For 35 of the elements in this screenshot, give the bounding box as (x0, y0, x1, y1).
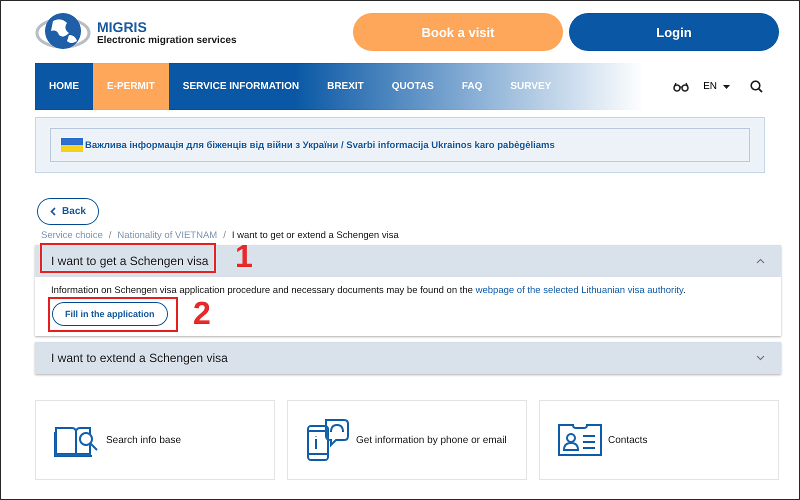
search-icon[interactable] (750, 80, 763, 93)
logo-subtitle: Electronic migration services (97, 34, 237, 46)
info-paragraph: Information on Schengen visa application procedure and necessary documents may be found on the webpage of the selected Lithuanian visa authority. (51, 285, 687, 296)
authority-link[interactable]: webpage of the selected Lithuanian visa authority (476, 285, 683, 296)
caret-icon (723, 84, 730, 88)
accordion-title: I want to get a Schengen visa (51, 254, 208, 268)
chevron-up-icon (756, 258, 765, 264)
card-label: Search info base (106, 434, 182, 446)
logo-title: MIGRIS (97, 18, 148, 34)
breadcrumb-current: I want to get or extend a Schengen visa (232, 230, 399, 241)
nav-tab[interactable]: BREXIT (313, 63, 378, 110)
notice-link[interactable]: Важлива інформація для біженців від війни з України / Svarbi informacija Ukrainos karo pabėgėliams (85, 140, 555, 150)
breadcrumb-separator: / (108, 230, 112, 241)
contact-card-icon (558, 424, 602, 456)
nav-tab[interactable]: SERVICE INFORMATION (168, 63, 314, 110)
back-button[interactable]: Back (37, 198, 99, 225)
language-selector[interactable]: EN (695, 81, 717, 92)
chevron-left-icon (50, 207, 56, 216)
service-card[interactable]: Get information by phone or email (287, 400, 527, 480)
card-label: Contacts (608, 434, 648, 446)
phone-headset-icon (306, 418, 350, 462)
card-label: Get information by phone or email (356, 434, 507, 446)
glasses-icon[interactable] (673, 82, 690, 92)
service-card[interactable]: Contacts (539, 400, 779, 480)
ukraine-flag-icon (61, 138, 83, 152)
accordion-header[interactable]: I want to extend a Schengen visa (35, 342, 781, 374)
accordion-header[interactable]: I want to get a Schengen visa 1 (35, 245, 781, 277)
breadcrumb-separator: / (223, 230, 226, 241)
fill-application-button[interactable]: Fill in the application (52, 302, 168, 326)
chevron-down-icon (756, 355, 765, 361)
nav-tab[interactable]: HOME (35, 63, 93, 110)
login-button[interactable]: Login (569, 13, 779, 51)
service-card[interactable]: Search info base (35, 400, 275, 480)
callout-number: 2 (193, 296, 211, 330)
accordion-title: I want to extend a Schengen visa (51, 351, 228, 365)
